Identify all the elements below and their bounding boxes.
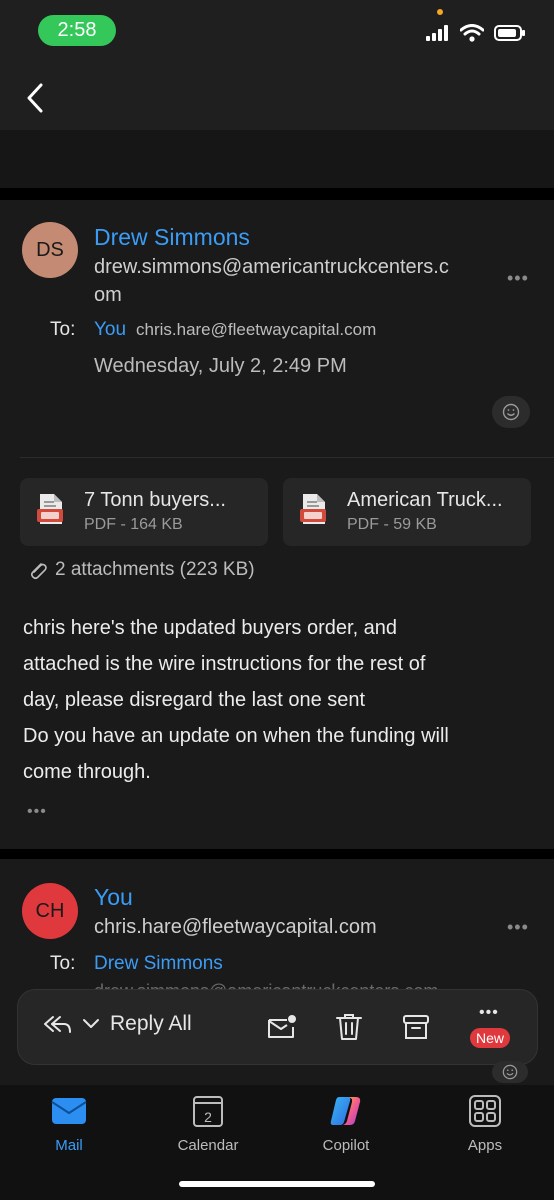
sender-email[interactable]: chris.hare@fleetwaycapital.com [94, 913, 377, 941]
body-line: come through. [23, 761, 151, 783]
body-line: Do you have an update on when the fundin… [23, 725, 449, 747]
privacy-indicator-dot [437, 9, 443, 15]
reaction-button[interactable] [492, 1061, 528, 1083]
avatar-initials: CH [35, 899, 65, 922]
attachment-card[interactable]: American Truck... PDF - 59 KB [283, 478, 531, 546]
tab-label: Calendar [177, 1137, 239, 1154]
recipient-address[interactable]: chris.hare@fleetwaycapital.com [136, 320, 376, 340]
paperclip-icon [30, 563, 47, 580]
avatar[interactable]: CH [22, 883, 78, 939]
body-line: chris here's the updated buyers order, a… [23, 617, 398, 639]
home-indicator [179, 1181, 375, 1187]
nav-bar [0, 60, 554, 130]
more-options-button[interactable]: ••• [507, 268, 529, 289]
recipient-address: drew.simmons@americantruckcenters.com [94, 979, 474, 989]
trash-icon [336, 1014, 362, 1040]
new-badge: New [470, 1028, 511, 1048]
pdf-icon [299, 492, 329, 531]
message-card-1: DS Drew Simmons drew.simmons@americantru… [0, 200, 554, 849]
reply-all-label: Reply All [110, 1012, 192, 1035]
status-time: 2:58 [38, 15, 116, 46]
delete-button[interactable] [332, 1010, 366, 1044]
tab-copilot[interactable]: Copilot [291, 1093, 401, 1154]
sender-email-line-2: om [94, 284, 122, 306]
sender-email[interactable]: drew.simmons@americantruckcenters.c om [94, 253, 449, 309]
mail-icon [49, 1093, 89, 1129]
tab-apps[interactable]: Apps [430, 1093, 540, 1154]
message-date: Wednesday, July 2, 2:49 PM [94, 355, 347, 377]
separator [0, 849, 554, 859]
archive-button[interactable] [399, 1010, 433, 1044]
reply-all-icon [44, 1016, 71, 1033]
tab-label: Mail [55, 1137, 83, 1154]
body-line: attached is the wire instructions for th… [23, 653, 426, 675]
apps-icon [465, 1093, 505, 1129]
attachment-summary-text: 2 attachments (223 KB) [55, 559, 255, 580]
to-label: To: [50, 319, 76, 340]
sender-email-line-1: drew.simmons@americantruckcenters.c [94, 256, 449, 278]
message-body: chris here's the updated buyers order, a… [23, 610, 533, 790]
battery-icon [494, 25, 525, 41]
action-bar: Reply All ••• New [17, 989, 538, 1065]
attachment-name: American Truck... [347, 489, 503, 511]
signal-icon [426, 25, 448, 41]
to-label: To: [50, 953, 76, 974]
avatar[interactable]: DS [22, 222, 78, 278]
avatar-initials: DS [36, 238, 64, 261]
subject-strip [0, 130, 554, 188]
tab-calendar[interactable]: 2 Calendar [153, 1093, 263, 1154]
chevron-down-icon[interactable] [82, 1018, 100, 1030]
attachment-card[interactable]: 7 Tonn buyers... PDF - 164 KB [20, 478, 268, 546]
status-icons [426, 24, 526, 42]
envelope-dot-icon [268, 1015, 296, 1038]
tab-mail[interactable]: Mail [14, 1093, 124, 1154]
show-quoted-text-button[interactable]: ••• [27, 803, 47, 821]
attachment-summary[interactable]: 2 attachments (223 KB) [27, 559, 255, 581]
separator [0, 188, 554, 200]
more-options-button[interactable]: ••• [507, 917, 529, 938]
recipient-you[interactable]: You [94, 319, 126, 341]
pdf-icon [36, 492, 66, 531]
smiley-icon [502, 1064, 518, 1080]
calendar-day: 2 [204, 1109, 212, 1125]
copilot-icon [326, 1093, 366, 1129]
attachment-meta: PDF - 59 KB [347, 516, 437, 533]
status-bar: 2:58 [0, 0, 554, 60]
chevron-left-icon [27, 83, 43, 113]
body-line: day, please disregard the last one sent [23, 689, 366, 711]
divider [20, 457, 554, 458]
reply-all-button[interactable]: Reply All [42, 1012, 192, 1036]
mark-unread-button[interactable] [265, 1010, 299, 1044]
sender-name[interactable]: You [94, 884, 133, 911]
tab-label: Apps [467, 1137, 503, 1154]
sender-name[interactable]: Drew Simmons [94, 224, 250, 251]
smiley-icon [502, 403, 520, 421]
attachment-name: 7 Tonn buyers... [84, 489, 226, 511]
recipient-name[interactable]: Drew Simmons [94, 953, 223, 975]
tab-label: Copilot [322, 1137, 370, 1154]
back-button[interactable] [22, 80, 52, 116]
archive-icon [403, 1015, 429, 1039]
wifi-icon [460, 24, 484, 42]
reaction-button[interactable] [492, 396, 530, 428]
calendar-icon: 2 [188, 1093, 228, 1129]
more-actions-button[interactable]: ••• [479, 1004, 499, 1022]
attachment-meta: PDF - 164 KB [84, 516, 183, 533]
